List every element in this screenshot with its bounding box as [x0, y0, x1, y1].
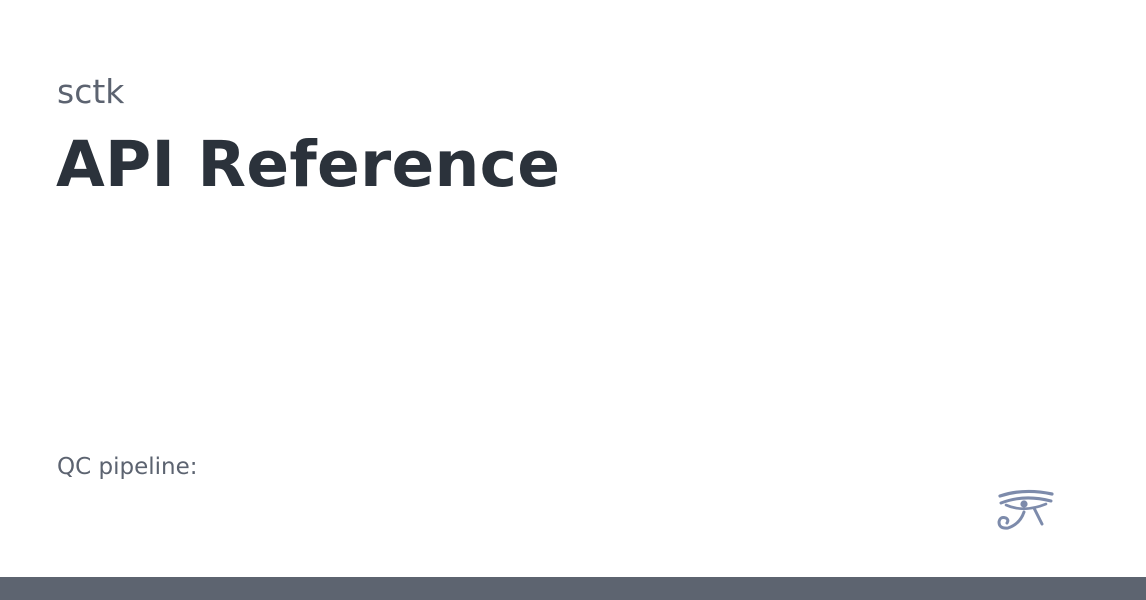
social-card: sctk API Reference QC pipeline:: [0, 0, 1146, 600]
project-name: sctk: [57, 72, 125, 111]
page-description: QC pipeline:: [57, 454, 198, 480]
footer-bar: [0, 577, 1146, 600]
page-title: API Reference: [56, 128, 561, 201]
eye-of-horus-icon: [996, 488, 1056, 532]
